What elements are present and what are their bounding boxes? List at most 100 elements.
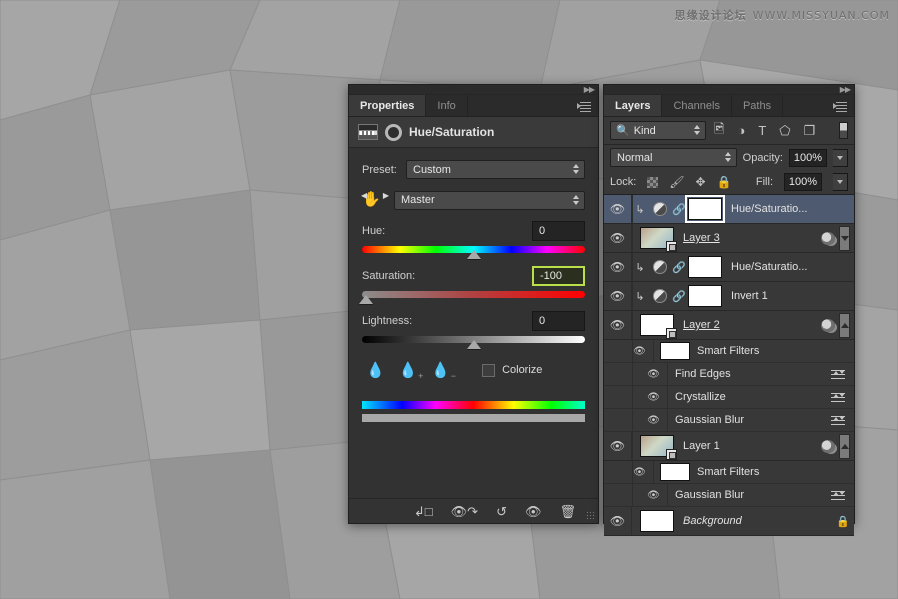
saturation-slider-track[interactable] [359, 291, 585, 304]
link-icon[interactable]: 🔗 [672, 203, 686, 216]
delete-icon[interactable]: 🗑 [559, 505, 576, 518]
table-row[interactable]: 👁 Layer 1 [604, 432, 854, 461]
smart-filters-icon[interactable] [821, 318, 835, 332]
filter-toggle-switch[interactable] [839, 122, 848, 139]
layer-visibility-toggle[interactable]: 👁 [604, 195, 632, 223]
collapse-panels-icon[interactable]: ▶▶ [584, 86, 595, 94]
layer-mask-thumbnail[interactable] [688, 256, 722, 278]
collapse-filters-toggle[interactable] [839, 433, 850, 459]
adjustment-layer-icon[interactable] [653, 202, 667, 216]
filter-visibility-toggle[interactable]: 👁 [640, 363, 668, 385]
tab-properties[interactable]: Properties [349, 95, 427, 116]
eyedropper-plus-icon[interactable]: 💧 + [399, 361, 424, 381]
saturation-slider-thumb[interactable] [359, 295, 374, 304]
layers-panel-menu-icon[interactable] [833, 100, 849, 112]
list-item[interactable]: 👁 Smart Filters [604, 195, 854, 536]
reset-icon[interactable]: ↺ [496, 505, 507, 518]
table-row[interactable]: 👁 Layer 3 [604, 224, 854, 253]
layer-name[interactable]: Layer 1 [683, 440, 720, 452]
lock-all-icon[interactable]: 🔒 [717, 175, 732, 189]
list-item[interactable]: 👁 Crystallize [604, 195, 854, 536]
adjustment-layers-filter-icon[interactable]: ◑ [737, 123, 745, 138]
filter-kind-select[interactable]: 🔍 Kind [610, 121, 706, 140]
link-icon[interactable]: 🔗 [672, 290, 686, 303]
tab-paths[interactable]: Paths [732, 95, 784, 116]
table-row[interactable]: 👁 ↳ 🔗 Invert 1 [604, 282, 854, 311]
smart-filters-visibility-toggle[interactable]: 👁 [626, 340, 654, 362]
properties-panel-menu-icon[interactable] [577, 100, 593, 112]
toggle-visibility-icon[interactable]: 👁 [525, 505, 542, 518]
lightness-input[interactable]: 0 [532, 311, 585, 331]
filter-mask-thumbnail[interactable] [660, 463, 690, 481]
layer-thumbnail[interactable] [640, 314, 677, 339]
collapse-filters-toggle[interactable] [839, 312, 850, 338]
layer-name[interactable]: Background [683, 515, 742, 527]
tab-info[interactable]: Info [426, 95, 468, 116]
filter-blending-options-icon[interactable] [831, 369, 845, 380]
smart-filters-icon[interactable] [821, 439, 835, 453]
link-icon[interactable]: 🔗 [672, 261, 686, 274]
lock-image-pixels-icon[interactable]: 🖌 [669, 175, 684, 189]
filter-visibility-toggle[interactable]: 👁 [640, 484, 668, 506]
preset-select[interactable]: Custom [406, 160, 585, 179]
table-row[interactable]: 👁 ↳ 🔗 Hue/Saturatio... [604, 253, 854, 282]
eyedropper-icon[interactable]: 💧️ [366, 361, 385, 379]
list-item[interactable]: 👁 Gaussian Blur [604, 195, 854, 536]
layer-visibility-toggle[interactable]: 👁 [604, 282, 632, 310]
layer-name[interactable]: Hue/Saturatio... [731, 203, 807, 215]
colorize-row[interactable]: Colorize [482, 363, 542, 377]
list-item[interactable]: 👁 Find Edges [604, 195, 854, 536]
view-previous-state-icon[interactable]: 👁↷ [451, 505, 478, 518]
filter-name[interactable]: Crystallize [675, 391, 726, 403]
filter-blending-options-icon[interactable] [831, 415, 845, 426]
result-color-ramp[interactable] [362, 414, 585, 422]
lightness-slider-thumb[interactable] [466, 340, 481, 349]
filter-blending-options-icon[interactable] [831, 490, 845, 501]
type-layers-filter-icon[interactable]: T [758, 123, 766, 138]
adjustment-layer-icon[interactable] [653, 289, 667, 303]
resize-grip[interactable] [586, 511, 596, 521]
collapse-filters-toggle[interactable] [839, 225, 850, 251]
layer-name[interactable]: Invert 1 [731, 290, 768, 302]
layer-name[interactable]: Hue/Saturatio... [731, 261, 807, 273]
clip-to-layer-icon[interactable]: ↲□ [414, 505, 433, 518]
opacity-input[interactable]: 100% [789, 148, 827, 167]
filter-name[interactable]: Find Edges [675, 368, 731, 380]
collapse-panels-icon[interactable]: ▶▶ [840, 86, 851, 94]
layer-mask-thumbnail[interactable] [688, 285, 722, 307]
layer-visibility-toggle[interactable]: 👁 [604, 253, 632, 281]
filter-visibility-toggle[interactable]: 👁 [640, 409, 668, 431]
pixel-layers-filter-icon[interactable]: 🖻 [714, 120, 724, 142]
layer-name[interactable]: Layer 3 [683, 232, 720, 244]
eyedropper-minus-icon[interactable]: 💧 − [431, 361, 456, 381]
hue-slider-thumb[interactable] [466, 250, 481, 259]
list-item[interactable]: 👁 Gaussian Blur [604, 195, 854, 536]
saturation-input[interactable]: -100 [532, 266, 585, 286]
fill-dropdown-icon[interactable] [833, 173, 848, 191]
layer-visibility-toggle[interactable]: 👁 [604, 432, 632, 460]
layer-name[interactable]: Layer 2 [683, 319, 720, 331]
layer-mask-thumbnail[interactable] [685, 195, 725, 223]
layer-visibility-toggle[interactable]: 👁 [604, 311, 632, 339]
smart-filters-icon[interactable] [821, 231, 835, 245]
hue-input[interactable]: 0 [532, 221, 585, 241]
smart-objects-filter-icon[interactable]: ❐ [804, 123, 816, 139]
layer-visibility-toggle[interactable]: 👁 [604, 224, 632, 252]
layer-visibility-toggle[interactable]: 👁 [604, 507, 632, 535]
lightness-slider-track[interactable] [362, 336, 585, 349]
layer-thumbnail[interactable] [640, 510, 674, 532]
on-image-adjustment-tool-icon[interactable]: ◀ ▶ ✋ [361, 189, 389, 211]
filter-visibility-toggle[interactable]: 👁 [640, 386, 668, 408]
filter-blending-options-icon[interactable] [831, 392, 845, 403]
tab-channels[interactable]: Channels [662, 95, 732, 116]
layer-thumbnail[interactable] [640, 227, 677, 252]
filter-mask-thumbnail[interactable] [660, 342, 690, 360]
fill-input[interactable]: 100% [784, 173, 822, 191]
table-row[interactable]: 👁 Layer 2 [604, 311, 854, 340]
lock-position-icon[interactable]: ✥ [696, 175, 706, 189]
tab-layers[interactable]: Layers [604, 95, 663, 116]
colorize-checkbox[interactable] [482, 363, 496, 377]
adjustment-layer-icon[interactable] [653, 260, 667, 274]
filter-name[interactable]: Gaussian Blur [675, 489, 744, 501]
table-row[interactable]: 👁 Background 🔒 [604, 507, 854, 536]
